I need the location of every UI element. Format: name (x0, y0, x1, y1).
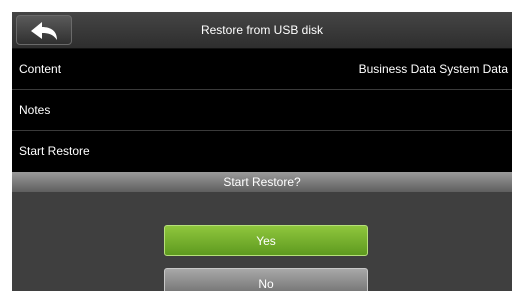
start-restore-label: Start Restore (19, 144, 90, 158)
notes-label: Notes (19, 103, 51, 117)
notes-row[interactable]: Notes (12, 90, 512, 131)
content-row[interactable]: Content Business Data System Data (12, 49, 512, 90)
dialog-title: Start Restore? (12, 172, 512, 192)
confirm-dialog: Start Restore? Yes No (12, 172, 512, 291)
content-value: Business Data System Data (358, 62, 508, 76)
yes-button[interactable]: Yes (164, 225, 368, 256)
device-screen: Restore from USB disk Content Business D… (12, 12, 512, 291)
page-title: Restore from USB disk (200, 23, 324, 37)
no-button[interactable]: No (164, 268, 368, 291)
start-restore-row[interactable]: Start Restore (12, 131, 512, 172)
title-bar: Restore from USB disk (12, 12, 512, 49)
content-label: Content (19, 62, 62, 76)
